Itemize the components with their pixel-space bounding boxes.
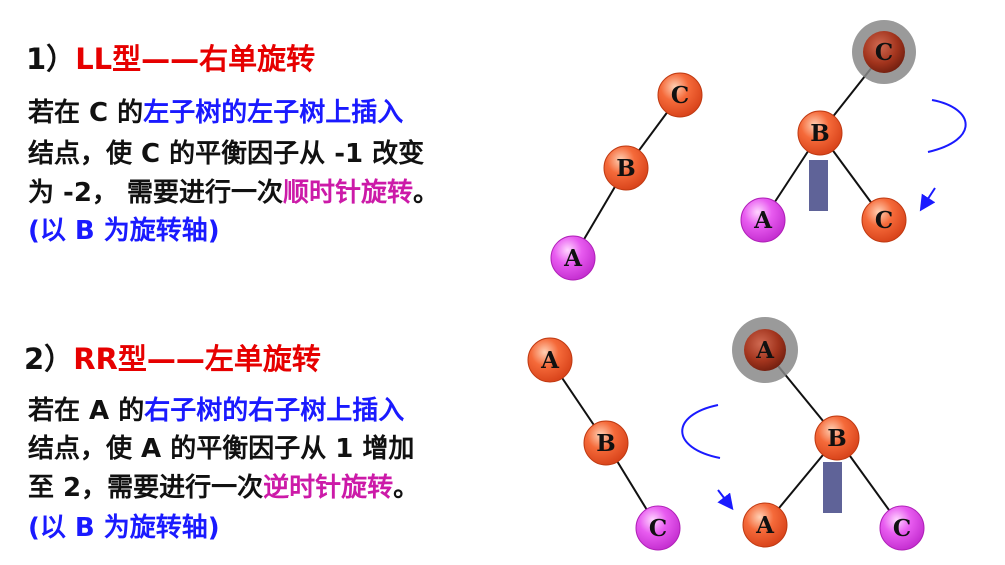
tree-node-unbalanced: C (852, 20, 916, 84)
node-label: B (810, 120, 829, 147)
tree-node-unbalanced: A (732, 317, 798, 383)
tree-node: C (861, 197, 907, 243)
node-label: C (875, 207, 893, 234)
ll-before-tree: C B A (550, 72, 703, 281)
tree-node-pivot: B (814, 415, 860, 461)
tree-node-pivot: B (797, 110, 843, 156)
rr-after-tree: A B A C (681, 317, 925, 551)
tree-node: B (583, 420, 629, 466)
node-label: A (563, 245, 583, 272)
node-label: A (755, 512, 775, 539)
rotation-axis-bar (809, 160, 828, 211)
tree-node: C (657, 72, 703, 118)
node-label: B (596, 430, 615, 457)
node-label: C (893, 515, 911, 542)
node-label: B (827, 425, 846, 452)
tree-node-inserted: A (550, 235, 596, 281)
rotation-axis-bar (823, 462, 842, 513)
node-label: C (875, 39, 893, 66)
node-label: A (540, 347, 560, 374)
rr-before-tree: A B C (527, 337, 681, 551)
node-label: A (755, 337, 775, 364)
tree-node: A (527, 337, 573, 383)
rotation-diagrams: C B A C B A C A B C A B A C (527, 20, 967, 551)
arrow-pointer-icon (717, 489, 734, 511)
node-label: A (753, 207, 773, 234)
counterclockwise-arrow-icon (681, 404, 721, 459)
tree-node-inserted: A (740, 197, 786, 243)
arrow-pointer-icon (919, 187, 936, 212)
tree-node: B (603, 145, 649, 191)
tree-node-inserted: C (635, 505, 681, 551)
tree-node-inserted: C (879, 505, 925, 551)
tree-node: A (742, 502, 788, 548)
clockwise-arrow-icon (927, 99, 967, 153)
node-label: C (671, 82, 689, 109)
node-label: C (649, 515, 667, 542)
ll-after-tree: C B A C (740, 20, 967, 243)
node-label: B (616, 155, 635, 182)
